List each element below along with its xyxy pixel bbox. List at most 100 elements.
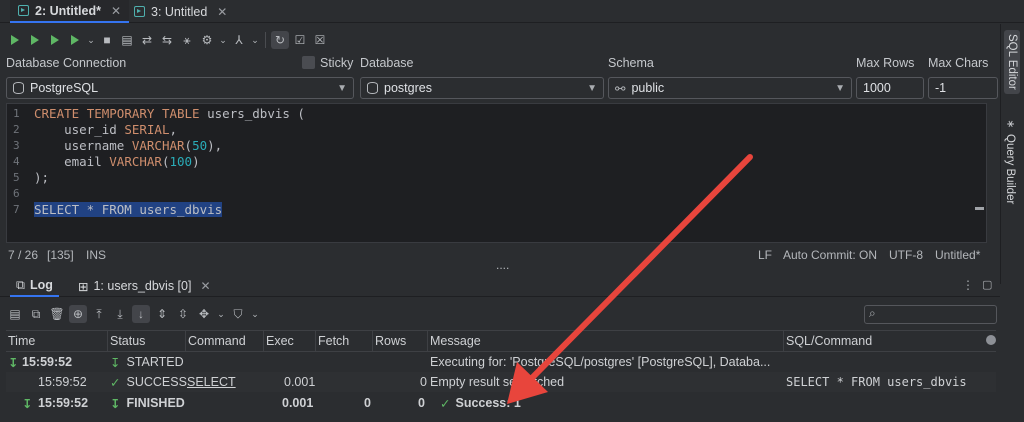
chevron-down-icon[interactable]: ⌄	[86, 31, 96, 49]
stop-icon[interactable]: ■	[98, 31, 116, 49]
line-number: 4	[13, 155, 20, 168]
result-tab-bar: ⧉ Log ⊞ 1: users_dbvis [0] ✕ ⋮ ▢	[0, 275, 1000, 297]
execute-icon[interactable]	[6, 31, 24, 49]
explain-plan-icon[interactable]: ⚹	[178, 31, 196, 49]
execute-current-icon[interactable]	[26, 31, 44, 49]
format-sql-icon[interactable]: ⇄	[138, 31, 156, 49]
move-icon[interactable]: ✥	[195, 305, 213, 323]
format-sql-alt-icon[interactable]: ⇆	[158, 31, 176, 49]
sticky-checkbox[interactable]: Sticky	[302, 56, 353, 70]
db-connection-label: Database Connection	[6, 56, 127, 70]
database-label: Database	[360, 56, 414, 70]
sidebar-tab-sql-editor[interactable]: SQL Editor	[1004, 30, 1020, 94]
sticky-label: Sticky	[320, 56, 354, 70]
log-icon: ⧉	[16, 277, 25, 292]
database-select[interactable]: postgres ▼	[360, 77, 604, 99]
close-icon[interactable]: ✕	[217, 5, 227, 19]
file-status: Untitled*	[935, 248, 981, 262]
auto-commit-icon[interactable]: ↻	[271, 31, 289, 49]
max-chars-input[interactable]: -1	[928, 77, 998, 99]
sql-file-icon	[134, 6, 145, 17]
max-chars-label: Max Chars	[928, 56, 989, 70]
tab-result-users-dbvis[interactable]: ⊞ 1: users_dbvis [0] ✕	[72, 275, 217, 297]
auto-commit-status[interactable]: Auto Commit: ON	[783, 248, 877, 262]
tab-log[interactable]: ⧉ Log	[10, 275, 59, 297]
chevron-down-icon[interactable]: ⌄	[250, 31, 260, 49]
collapse-icon[interactable]: ⇳	[174, 305, 192, 323]
finished-icon: ↧	[110, 396, 121, 411]
check-icon: ✓	[110, 375, 121, 390]
auto-scroll-icon[interactable]: ↓	[132, 305, 150, 323]
line-gutter: 1 2 3 4 5 6 7	[7, 104, 31, 242]
commit-icon[interactable]: ☑	[291, 31, 309, 49]
chevron-down-icon[interactable]: ⌄	[218, 31, 228, 49]
copy-icon[interactable]: ⧉	[27, 305, 45, 323]
close-icon[interactable]: ✕	[111, 4, 121, 18]
execute-explain-icon[interactable]	[66, 31, 84, 49]
schema-select[interactable]: ⚯ public ▼	[608, 77, 852, 99]
status-text: STARTED	[126, 355, 184, 369]
db-connection-select[interactable]: PostgreSQL ▼	[6, 77, 354, 99]
save-icon[interactable]: ▤	[118, 31, 136, 49]
chevron-down-icon[interactable]: ⌄	[250, 305, 260, 323]
sql-editor[interactable]: 1 2 3 4 5 6 7 CREATE TEMPORARY TABLE use…	[6, 103, 987, 243]
expand-icon[interactable]: ↧	[22, 393, 32, 413]
insert-mode[interactable]: INS	[86, 248, 106, 262]
table-row[interactable]: ↧ 15:59:52 ↧ FINISHED 0.001 0 0 ✓ Success:…	[6, 393, 996, 413]
tab-untitled-2[interactable]: 2: Untitled* ✕	[10, 0, 130, 23]
log-search-input[interactable]: ⌕	[864, 305, 997, 324]
splitter-handle[interactable]: ....	[496, 258, 509, 272]
chevron-down-icon: ▼	[337, 82, 347, 94]
branch-icon[interactable]: ⅄	[230, 31, 248, 49]
filter-icon[interactable]: ⛉	[229, 305, 247, 323]
trash-icon[interactable]: 🗑	[48, 305, 66, 323]
max-rows-input[interactable]: 1000	[856, 77, 924, 99]
editor-toolbar: ⌄ ■ ▤ ⇄ ⇆ ⚹ ⚙ ⌄ ⅄ ⌄ ↻ ☑ ☒	[0, 29, 350, 51]
line-ending[interactable]: LF	[758, 248, 772, 262]
sql-cell: SELECT * FROM users_dbvis	[786, 375, 967, 389]
column-header-status[interactable]: Status	[108, 330, 186, 352]
scrollbar-thumb[interactable]	[986, 335, 996, 345]
filter-log-icon[interactable]: ⊕	[69, 305, 87, 323]
line-number: 3	[13, 139, 20, 152]
gear-icon[interactable]: ⚙	[198, 31, 216, 49]
scroll-top-icon[interactable]: ⤒	[90, 305, 108, 323]
table-row[interactable]: ↧ 15:59:52 ↧ STARTED Executing for: 'Post…	[6, 352, 996, 372]
time-cell: 15:59:52	[22, 355, 73, 369]
column-header-message[interactable]: Message	[428, 330, 784, 352]
column-header-rows[interactable]: Rows	[373, 330, 428, 352]
column-header-time[interactable]: Time	[6, 330, 108, 352]
encoding[interactable]: UTF-8	[889, 248, 923, 262]
grid-icon: ⊞	[78, 279, 89, 294]
cursor-position: 7 / 26	[8, 248, 39, 262]
database-value: postgres	[384, 81, 432, 95]
execute-selection-icon[interactable]	[46, 31, 64, 49]
rollback-icon[interactable]: ☒	[311, 31, 329, 49]
expand-collapse-icon[interactable]: ⇕	[153, 305, 171, 323]
chevron-down-icon[interactable]: ⌄	[216, 305, 226, 323]
code-line: username VARCHAR(50),	[34, 138, 223, 153]
chevron-down-icon: ▼	[835, 82, 845, 94]
checkbox-icon	[302, 56, 315, 69]
expand-icon[interactable]: ↧	[8, 352, 18, 372]
line-number: 1	[13, 107, 20, 120]
scroll-down-icon[interactable]: ⤓	[111, 305, 129, 323]
more-icon[interactable]: ⋮	[962, 278, 974, 292]
cursor-offset: [135]	[47, 248, 74, 262]
tab-untitled-3[interactable]: 3: Untitled ✕	[126, 0, 235, 23]
message-cell: Executing for: 'PostgreSQL/postgres' [Po…	[430, 355, 771, 369]
table-row[interactable]: 15:59:52 ✓ SUCCESS SELECT 0.001 0 Empty r…	[6, 372, 996, 392]
toolbar-divider	[265, 32, 266, 48]
column-header-exec[interactable]: Exec	[264, 330, 316, 352]
column-header-fetch[interactable]: Fetch	[316, 330, 373, 352]
maximize-icon[interactable]: ▢	[982, 278, 992, 291]
tab-label: Log	[29, 278, 53, 292]
close-icon[interactable]: ✕	[200, 279, 210, 293]
column-header-sql-command[interactable]: SQL/Command	[784, 330, 996, 352]
sidebar-tab-query-builder[interactable]: Query Builder	[1004, 134, 1016, 204]
command-link[interactable]: SELECT	[187, 372, 236, 392]
column-header-command[interactable]: Command	[186, 330, 264, 352]
save-icon[interactable]: ▤	[6, 305, 24, 323]
time-cell: 15:59:52	[38, 375, 87, 389]
tab-label: 2: Untitled*	[35, 3, 101, 18]
